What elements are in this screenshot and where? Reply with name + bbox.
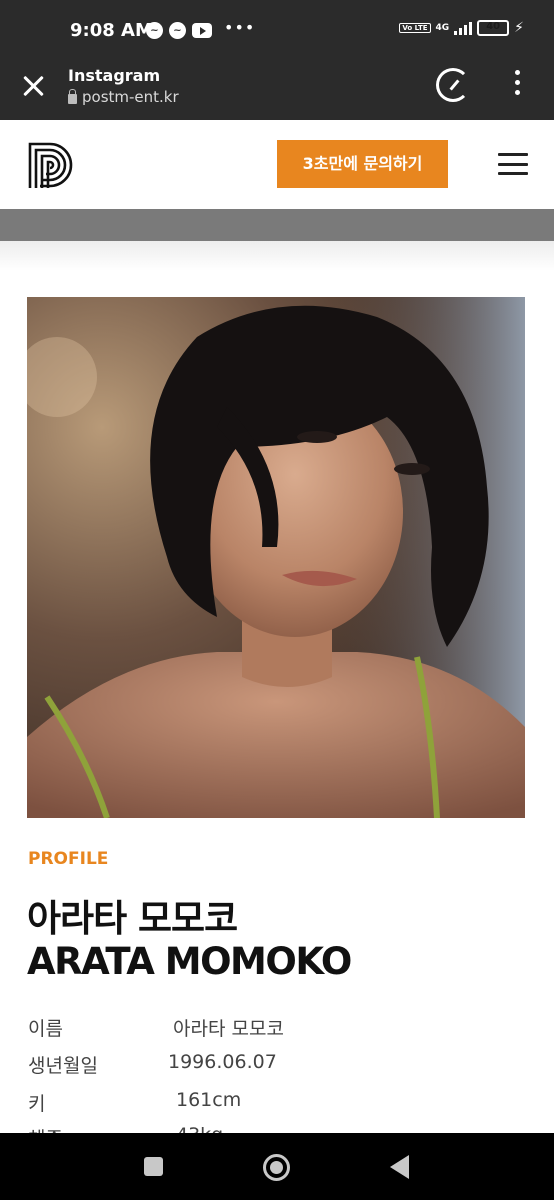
network-type: 4G bbox=[435, 23, 450, 33]
site-logo[interactable] bbox=[28, 142, 76, 188]
back-icon[interactable] bbox=[390, 1155, 409, 1179]
profile-section-label: PROFILE bbox=[28, 849, 109, 869]
speedometer-icon[interactable] bbox=[436, 68, 470, 102]
messenger-icon: ~ bbox=[146, 22, 163, 39]
system-navigation-bar bbox=[0, 1133, 554, 1200]
detail-value-birthdate: 1996.06.07 bbox=[168, 1051, 277, 1073]
gray-banner bbox=[0, 209, 554, 241]
recent-apps-icon[interactable] bbox=[144, 1157, 163, 1176]
more-notifications-icon: ••• bbox=[224, 18, 256, 37]
name-english: ARATA MOMOKO bbox=[27, 940, 352, 983]
home-icon[interactable] bbox=[263, 1154, 290, 1181]
status-bar: 9:08 AM ~ ~ ••• Vo LTE 4G 40 ⚡ bbox=[0, 0, 554, 58]
charging-icon: ⚡ bbox=[514, 20, 524, 36]
battery-level: 40 bbox=[486, 21, 501, 32]
detail-value-name: 아라타 모모코 bbox=[173, 1018, 284, 1040]
divider-shadow bbox=[0, 241, 554, 271]
detail-label-name: 이름 bbox=[28, 1018, 63, 1040]
detail-label-height: 키 bbox=[28, 1093, 46, 1115]
browser-url[interactable]: postm-ent.kr bbox=[68, 88, 179, 106]
close-icon[interactable] bbox=[20, 72, 48, 100]
volte-icon: Vo LTE bbox=[399, 23, 431, 33]
hamburger-menu-icon[interactable] bbox=[498, 153, 528, 175]
signal-icon bbox=[454, 21, 473, 35]
battery-icon: 40 bbox=[477, 20, 510, 36]
profile-photo bbox=[27, 297, 525, 818]
in-app-browser-bar: Instagram postm-ent.kr bbox=[0, 58, 554, 120]
name-korean: 아라타 모모코 bbox=[27, 897, 238, 940]
url-text: postm-ent.kr bbox=[82, 88, 179, 106]
messenger-icon: ~ bbox=[169, 22, 186, 39]
notification-icons: ~ ~ ••• bbox=[146, 18, 255, 39]
browser-title: Instagram bbox=[68, 66, 161, 85]
detail-value-height: 161cm bbox=[176, 1089, 242, 1111]
more-options-icon[interactable] bbox=[515, 70, 520, 95]
inquiry-button[interactable]: 3초만에 문의하기 bbox=[277, 140, 448, 188]
youtube-icon bbox=[192, 23, 212, 38]
system-indicators: Vo LTE 4G 40 ⚡ bbox=[399, 20, 524, 36]
status-time: 9:08 AM bbox=[70, 20, 153, 41]
detail-label-birthdate: 생년월일 bbox=[28, 1055, 98, 1077]
lock-icon bbox=[68, 88, 77, 104]
